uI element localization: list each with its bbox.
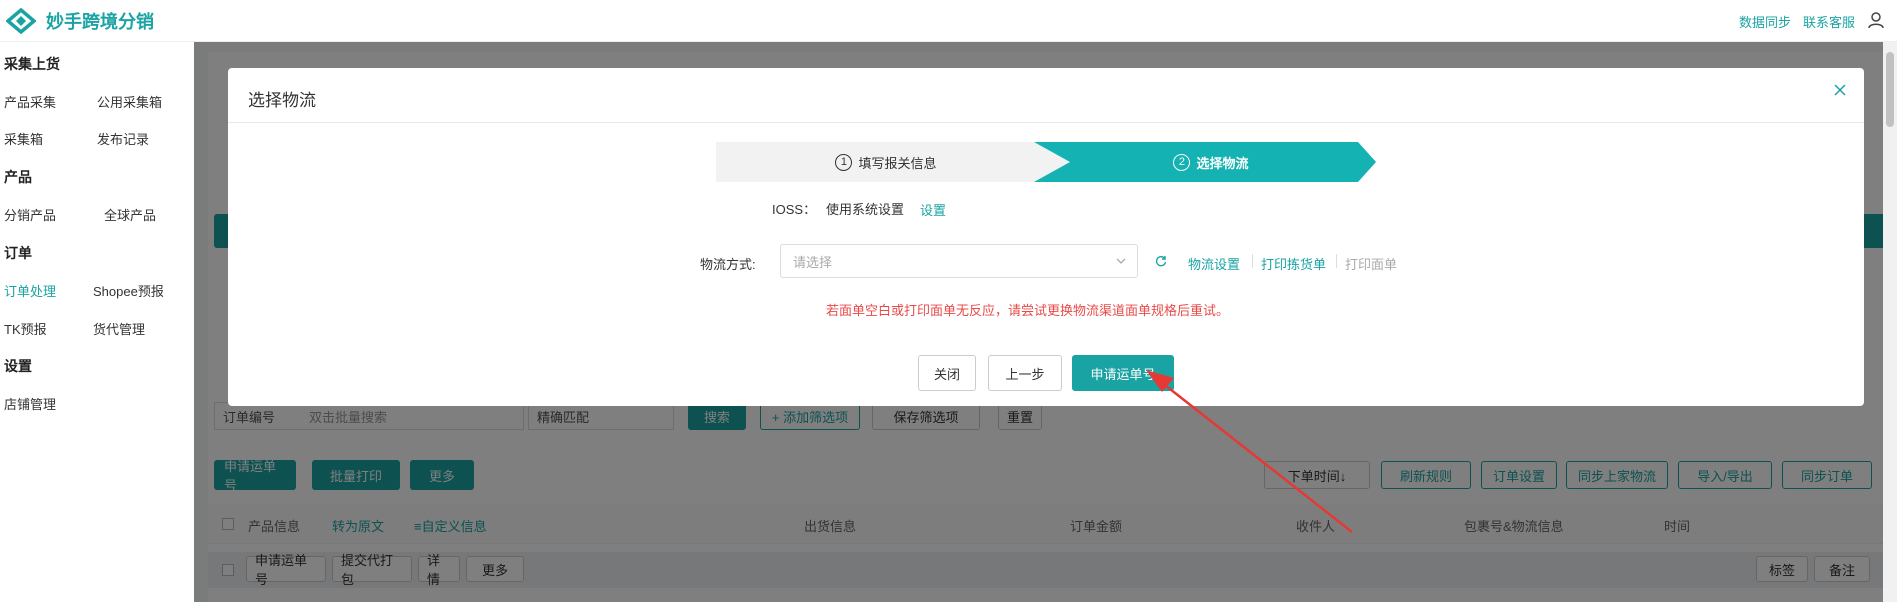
diamond-logo-icon xyxy=(6,7,36,34)
sidebar-item-global-products[interactable]: 全球产品 xyxy=(104,205,156,224)
sidebar-item-distribution-products[interactable]: 分销产品 xyxy=(4,205,56,224)
link-divider xyxy=(1252,254,1253,268)
sidebar-item-freight-management[interactable]: 货代管理 xyxy=(93,319,145,338)
chevron-down-icon xyxy=(1116,258,1126,264)
ioss-settings-link[interactable]: 设置 xyxy=(920,200,946,219)
logistics-method-label: 物流方式: xyxy=(700,257,756,272)
select-logistics-modal: 选择物流 1 填写报关信息 2 选择物流 IOSS： 使用系统设置 设置 物流方… xyxy=(228,68,1864,406)
sidebar-item-tk-forecast[interactable]: TK预报 xyxy=(4,319,47,338)
logistics-method-select[interactable]: 请选择 xyxy=(780,244,1138,278)
apply-tracking-number-button[interactable]: 申请运单号 xyxy=(1072,355,1174,391)
modal-title: 选择物流 xyxy=(248,91,316,110)
sidebar-section-product: 产品 xyxy=(4,169,32,185)
previous-step-button[interactable]: 上一步 xyxy=(988,355,1062,391)
user-icon[interactable] xyxy=(1867,11,1885,32)
sidebar-section-settings: 设置 xyxy=(4,358,32,374)
sidebar-section-collect: 采集上货 xyxy=(4,56,60,72)
app-logo[interactable]: 妙手跨境分销 xyxy=(0,7,154,34)
close-button[interactable]: 关闭 xyxy=(918,355,976,391)
close-button-label: 关闭 xyxy=(933,366,960,382)
step-1-customs-info[interactable]: 1 填写报关信息 xyxy=(716,142,1056,182)
step-1-number: 1 xyxy=(835,153,853,171)
step-1-label: 填写报关信息 xyxy=(858,155,937,171)
step-2-select-logistics[interactable]: 2 选择物流 xyxy=(1056,142,1366,182)
print-label-link[interactable]: 打印面单 xyxy=(1345,254,1397,273)
previous-step-label: 上一步 xyxy=(1005,366,1045,382)
step-indicator: 1 填写报关信息 2 选择物流 xyxy=(716,142,1376,182)
ioss-label: IOSS： xyxy=(772,202,817,217)
close-icon[interactable] xyxy=(1830,80,1850,100)
sidebar-item-public-collect-box[interactable]: 公用采集箱 xyxy=(97,92,162,111)
top-header: 妙手跨境分销 数据同步 联系客服 xyxy=(0,0,1897,42)
sidebar-item-order-processing[interactable]: 订单处理 xyxy=(4,281,56,300)
step-2-number: 2 xyxy=(1173,153,1191,171)
app-title: 妙手跨境分销 xyxy=(46,11,154,32)
data-sync-link[interactable]: 数据同步 xyxy=(1739,12,1791,31)
step-2-label: 选择物流 xyxy=(1196,155,1249,171)
link-divider xyxy=(1336,254,1337,268)
sidebar-item-collect-box[interactable]: 采集箱 xyxy=(4,129,43,148)
ioss-value: 使用系统设置 xyxy=(826,202,905,217)
sidebar-section-orders: 订单 xyxy=(4,245,32,261)
sidebar-item-product-collect[interactable]: 产品采集 xyxy=(4,92,56,111)
print-picking-list-link[interactable]: 打印拣货单 xyxy=(1261,254,1326,273)
scrollbar-thumb[interactable] xyxy=(1886,52,1894,127)
sidebar-item-store-management[interactable]: 店铺管理 xyxy=(4,394,56,413)
logistics-method-placeholder: 请选择 xyxy=(793,254,833,270)
logistics-settings-link[interactable]: 物流设置 xyxy=(1188,254,1240,273)
contact-support-link[interactable]: 联系客服 xyxy=(1803,12,1855,31)
sidebar-item-publish-records[interactable]: 发布记录 xyxy=(97,129,149,148)
sidebar-item-shopee-forecast[interactable]: Shopee预报 xyxy=(93,281,164,300)
apply-tracking-number-label: 申请运单号 xyxy=(1090,366,1156,382)
warning-message: 若面单空白或打印面单无反应，请尝试更换物流渠道面单规格后重试。 xyxy=(826,303,1230,318)
refresh-icon[interactable] xyxy=(1154,254,1168,268)
sidebar: 采集上货 产品采集 公用采集箱 采集箱 发布记录 产品 分销产品 全球产品 订单… xyxy=(0,42,194,602)
modal-header: 选择物流 xyxy=(228,68,1864,123)
